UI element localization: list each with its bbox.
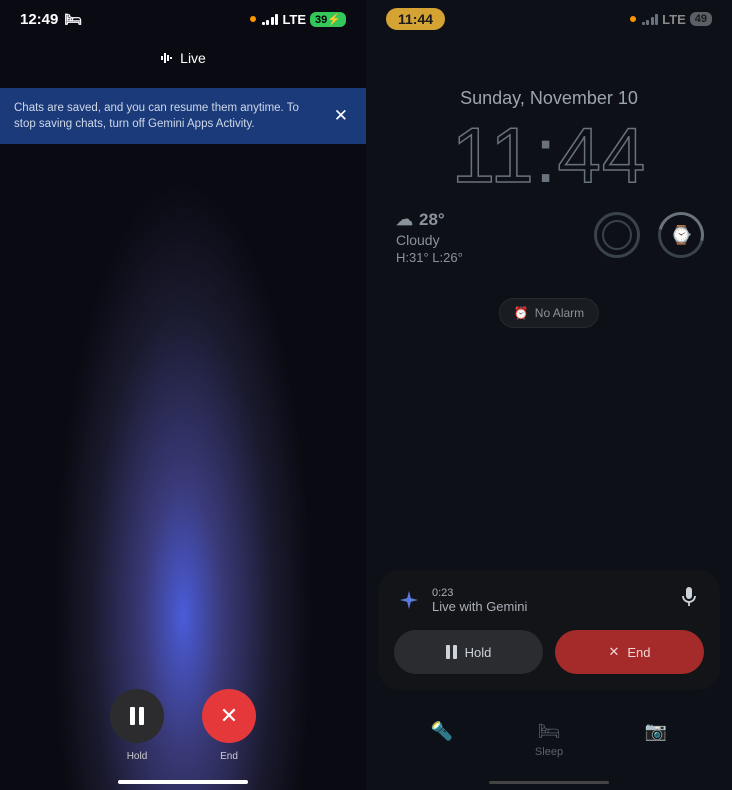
- bed-icon: 🛏: [538, 721, 561, 742]
- gemini-end-label: End: [627, 645, 650, 660]
- camera-button[interactable]: 📷: [645, 721, 667, 758]
- pause-icon: [130, 707, 144, 725]
- mic-indicator-dot: [250, 16, 256, 22]
- end-button[interactable]: ✕ End: [202, 689, 256, 762]
- gemini-live-activity[interactable]: 0:23 Live with Gemini Hold ✕ End: [378, 570, 720, 690]
- gemini-end-button[interactable]: ✕ End: [555, 630, 704, 674]
- status-time: 12:49: [20, 11, 58, 28]
- activity-ring-widget[interactable]: [594, 212, 640, 258]
- lock-screen: 11:44 LTE 49 Sunday, November 10 11:44 ☁…: [366, 0, 732, 790]
- battery-indicator: 49: [690, 12, 712, 26]
- info-banner: Chats are saved, and you can resume them…: [0, 88, 366, 144]
- call-controls: Hold ✕ End: [0, 689, 366, 762]
- alarm-indicator[interactable]: ⏰ No Alarm: [499, 298, 599, 328]
- status-indicators: LTE 39⚡: [250, 12, 346, 27]
- watch-icon: ⌚: [670, 225, 692, 246]
- sleep-mode-button[interactable]: 🛏 Sleep: [535, 721, 563, 758]
- hold-label: Hold: [127, 751, 148, 762]
- end-label: End: [220, 751, 238, 762]
- close-icon: ✕: [220, 703, 238, 729]
- gemini-title: Live with Gemini: [432, 599, 668, 614]
- gemini-duration: 0:23: [432, 587, 668, 599]
- flashlight-icon: 🔦: [431, 721, 453, 742]
- watch-battery-widget[interactable]: ⌚: [650, 204, 713, 267]
- lock-widgets: ⌚: [594, 212, 704, 258]
- sleep-label: Sleep: [535, 746, 563, 758]
- battery-indicator: 39⚡: [310, 12, 346, 27]
- gemini-hold-button[interactable]: Hold: [394, 630, 543, 674]
- network-label: LTE: [282, 12, 306, 27]
- gemini-icon: [398, 589, 420, 611]
- weather-temp: 28°: [419, 210, 445, 230]
- home-indicator[interactable]: [489, 781, 609, 784]
- home-indicator[interactable]: [118, 780, 248, 784]
- alarm-label: No Alarm: [535, 306, 584, 320]
- signal-icon: [262, 14, 279, 25]
- live-header: Live: [0, 50, 366, 66]
- banner-close-button[interactable]: ✕: [330, 102, 352, 130]
- status-time-pill: 11:44: [386, 8, 445, 30]
- lock-time: 11:44: [366, 110, 732, 201]
- flashlight-button[interactable]: 🔦: [431, 721, 453, 758]
- mic-indicator-dot: [630, 16, 636, 22]
- cloud-icon: ☁: [396, 210, 413, 230]
- pause-icon: [446, 645, 457, 659]
- lock-dock: 🔦 🛏 Sleep 📷: [366, 721, 732, 758]
- banner-text: Chats are saved, and you can resume them…: [14, 100, 320, 132]
- close-icon: ✕: [608, 644, 619, 660]
- camera-icon: 📷: [645, 721, 667, 742]
- network-label: LTE: [662, 12, 686, 27]
- weather-widget[interactable]: ☁ 28° Cloudy H:31° L:26°: [396, 210, 463, 265]
- gemini-live-screen: 12:49 🛏 LTE 39⚡ Live Chats are saved, an…: [0, 0, 366, 790]
- live-label: Live: [180, 50, 206, 66]
- lock-date: Sunday, November 10: [366, 88, 732, 109]
- status-bar-left: 12:49 🛏 LTE 39⚡: [0, 0, 366, 38]
- status-indicators: LTE 49: [630, 12, 712, 27]
- status-bar-right: 11:44 LTE 49: [366, 0, 732, 38]
- signal-icon: [642, 14, 659, 25]
- mic-icon[interactable]: [680, 586, 704, 614]
- waveform-icon: [160, 51, 174, 65]
- gemini-hold-label: Hold: [465, 645, 492, 660]
- hold-button[interactable]: Hold: [110, 689, 164, 762]
- sleep-mode-icon: 🛏: [64, 11, 82, 28]
- weather-condition: Cloudy: [396, 232, 463, 248]
- weather-high-low: H:31° L:26°: [396, 250, 463, 265]
- alarm-icon: ⏰: [514, 306, 529, 320]
